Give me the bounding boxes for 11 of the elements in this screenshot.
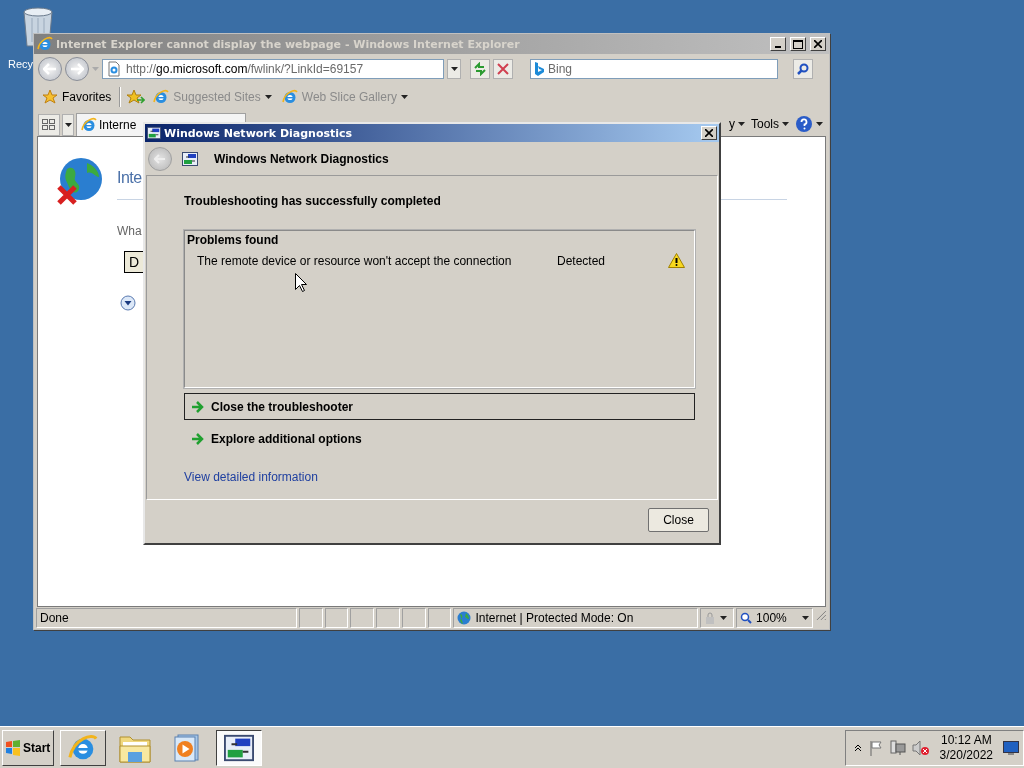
dialog-title: Windows Network Diagnostics	[164, 126, 354, 140]
dialog-header: Windows Network Diagnostics	[214, 151, 389, 166]
desktop-icon-label: Recy	[8, 58, 34, 70]
problem-status: Detected	[557, 253, 607, 268]
problems-title: Problems found	[187, 233, 279, 247]
page-text: Wha	[117, 224, 142, 238]
problem-text: The remote device or resource won't accept the connection	[197, 253, 513, 268]
page-heading: Inte	[117, 169, 142, 187]
security-zone: Internet | Protected Mode: On	[453, 608, 699, 628]
status-text: Done	[36, 608, 297, 628]
result-message: Troubleshooting has successfully completed	[184, 194, 442, 208]
